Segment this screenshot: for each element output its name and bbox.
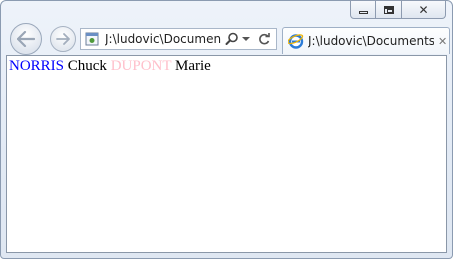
minimize-icon <box>358 11 368 14</box>
address-bar[interactable]: J:\ludovic\Documents <box>80 28 277 50</box>
refresh-icon[interactable] <box>257 32 271 46</box>
ie-icon <box>288 33 304 49</box>
close-window-button[interactable]: ✕ <box>402 0 446 19</box>
address-input[interactable]: J:\ludovic\Documents <box>105 32 221 46</box>
person-lastname: NORRIS <box>9 58 65 74</box>
page-icon <box>84 31 100 47</box>
back-arrow-icon <box>17 31 35 47</box>
person-firstname: Chuck <box>67 58 107 74</box>
person-firstname: Marie <box>175 58 211 74</box>
minimize-button[interactable] <box>350 0 376 19</box>
maximize-button[interactable] <box>376 0 402 19</box>
address-tools <box>225 32 271 46</box>
page-content: NORRIS Chuck DUPONT Marie <box>6 55 447 253</box>
search-icon[interactable] <box>225 32 239 46</box>
browser-window: ✕ J:\ludovic\Documents J:\ludovic\Docume… <box>0 0 453 259</box>
tab-documents[interactable]: J:\ludovic\Documents... ✕ <box>282 27 450 54</box>
forward-arrow-icon <box>56 33 70 45</box>
tab-close-button[interactable]: ✕ <box>438 36 447 47</box>
person-lastname: DUPONT <box>110 58 172 74</box>
forward-button[interactable] <box>50 26 76 52</box>
back-button[interactable] <box>10 23 42 55</box>
tab-title: J:\ludovic\Documents... <box>308 34 434 48</box>
close-icon: ✕ <box>418 2 429 17</box>
restore-icon <box>383 5 394 14</box>
caption-buttons: ✕ <box>350 0 446 20</box>
dropdown-icon[interactable] <box>242 36 250 42</box>
